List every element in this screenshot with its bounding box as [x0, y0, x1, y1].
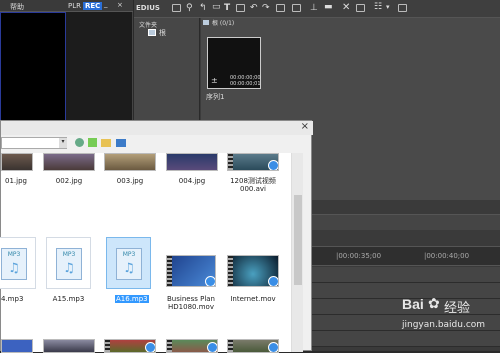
- dialog-close-button[interactable]: ×: [301, 121, 309, 132]
- new-folder-icon[interactable]: [101, 139, 111, 147]
- scrollbar-thumb[interactable]: [294, 195, 302, 285]
- player-preview[interactable]: [0, 12, 66, 122]
- properties-icon[interactable]: [354, 3, 367, 12]
- plr-button[interactable]: PLR: [68, 2, 81, 10]
- timeline-ruler[interactable]: |00:00:35;00 |00:00:40;00: [312, 246, 500, 266]
- timeline-track[interactable]: [312, 267, 500, 283]
- watermark-brand-suffix: 经验: [444, 301, 471, 316]
- redo-icon[interactable]: ↷: [262, 3, 270, 13]
- file-name[interactable]: 002.jpg: [43, 177, 95, 185]
- mp3-file-icon: MP3 ♫: [116, 248, 142, 280]
- file-name[interactable]: Internet.mov: [227, 295, 279, 303]
- dialog-titlebar: ×: [1, 121, 313, 135]
- file-list: 01.jpg 002.jpg 003.jpg 004.jpg 1208测试视频 …: [0, 153, 291, 353]
- file-name[interactable]: 01.jpg: [1, 177, 31, 185]
- sequence-icon: ±: [211, 76, 218, 85]
- back-icon[interactable]: [75, 138, 84, 147]
- vertical-scrollbar[interactable]: [291, 153, 303, 352]
- refresh-icon[interactable]: [88, 138, 97, 147]
- title-icon[interactable]: T: [224, 3, 230, 13]
- file-thumbnail[interactable]: [1, 153, 33, 171]
- clip-folder-icon: [203, 20, 209, 25]
- view-dropdown-icon[interactable]: ▾: [386, 3, 390, 11]
- file-thumbnail[interactable]: [166, 153, 218, 171]
- view-icon[interactable]: ☷: [374, 2, 382, 12]
- file-thumbnail[interactable]: [43, 153, 95, 171]
- open-icon[interactable]: ▭: [212, 2, 221, 12]
- search-icon[interactable]: ⚲: [186, 3, 193, 13]
- bin-title: EDIUS: [136, 4, 160, 12]
- folder-header: 文件夹: [139, 22, 158, 29]
- undo-icon[interactable]: ↶: [250, 3, 258, 13]
- paw-icon: ✿: [428, 296, 440, 312]
- player-menubar: 帮助 PLR REC _ ×: [0, 0, 133, 12]
- file-name[interactable]: 003.jpg: [104, 177, 156, 185]
- file-name[interactable]: Business Plan HD1080.mov: [161, 295, 221, 311]
- baidu-watermark: Bai ✿ 经验 jingyan.baidu.com: [400, 294, 496, 346]
- address-bar[interactable]: [1, 137, 67, 149]
- mp3-file-icon: MP3 ♫: [56, 248, 82, 280]
- file-thumbnail[interactable]: [104, 153, 156, 171]
- paste-icon[interactable]: [290, 3, 303, 12]
- file-name[interactable]: 1208测试视频 000.avi: [227, 177, 279, 193]
- ruler-mark-40: |00:00:40;00: [424, 252, 470, 260]
- mp3-file-tile[interactable]: MP3 ♫: [0, 237, 36, 289]
- delete-icon[interactable]: ✕: [342, 2, 350, 13]
- folder-root[interactable]: 根: [159, 28, 166, 38]
- file-thumbnail[interactable]: [227, 153, 279, 171]
- watermark-url: jingyan.baidu.com: [402, 320, 486, 330]
- watermark-brand: Bai: [402, 296, 424, 312]
- close-button[interactable]: ×: [117, 1, 123, 9]
- clip-header: 根 (0/1): [212, 20, 235, 27]
- timeline-tab-strip: [312, 214, 500, 230]
- file-thumbnail[interactable]: [227, 255, 279, 287]
- mp3-file-icon: MP3 ♫: [1, 248, 27, 280]
- sequence-label: 序列1: [206, 93, 225, 101]
- sequence-thumbnail[interactable]: ± 00:00:00;00 00:00:00;01: [207, 37, 261, 89]
- add-icon[interactable]: [234, 3, 247, 12]
- minimize-button[interactable]: _: [104, 0, 108, 8]
- file-open-dialog: × ▾ 01.jpg 002.jpg 003.jpg 004.jpg 1208测…: [0, 120, 313, 353]
- file-name-selected[interactable]: A16.mp3: [115, 295, 149, 303]
- file-thumbnail[interactable]: [166, 255, 216, 287]
- insert-icon[interactable]: ⊥: [310, 3, 318, 13]
- view-menu-icon[interactable]: [116, 139, 126, 147]
- mp3-file-tile[interactable]: MP3 ♫: [46, 237, 91, 289]
- overwrite-icon[interactable]: ▬: [324, 2, 333, 12]
- root-folder-icon: [148, 29, 156, 36]
- rec-button[interactable]: REC: [83, 2, 103, 10]
- sequence-tc-out: 00:00:00;01: [230, 81, 261, 87]
- ruler-mark-35: |00:00:35;00: [336, 252, 382, 260]
- folder-icon[interactable]: [170, 3, 183, 12]
- menu-help[interactable]: 帮助: [10, 2, 24, 12]
- bin-toolbar: EDIUS ⚲ ↰ ▭ T ↶ ↷ ⊥ ▬ ✕ ☷ ▾: [134, 0, 500, 18]
- file-name[interactable]: A15.mp3: [46, 295, 91, 303]
- address-dropdown-icon[interactable]: ▾: [59, 138, 67, 148]
- mp3-file-tile-selected[interactable]: MP3 ♫: [106, 237, 151, 289]
- up-icon[interactable]: ↰: [199, 3, 207, 13]
- details-icon[interactable]: [396, 3, 409, 12]
- copy-icon[interactable]: [274, 3, 287, 12]
- file-name[interactable]: 4.mp3: [1, 295, 23, 303]
- file-name[interactable]: 004.jpg: [166, 177, 218, 185]
